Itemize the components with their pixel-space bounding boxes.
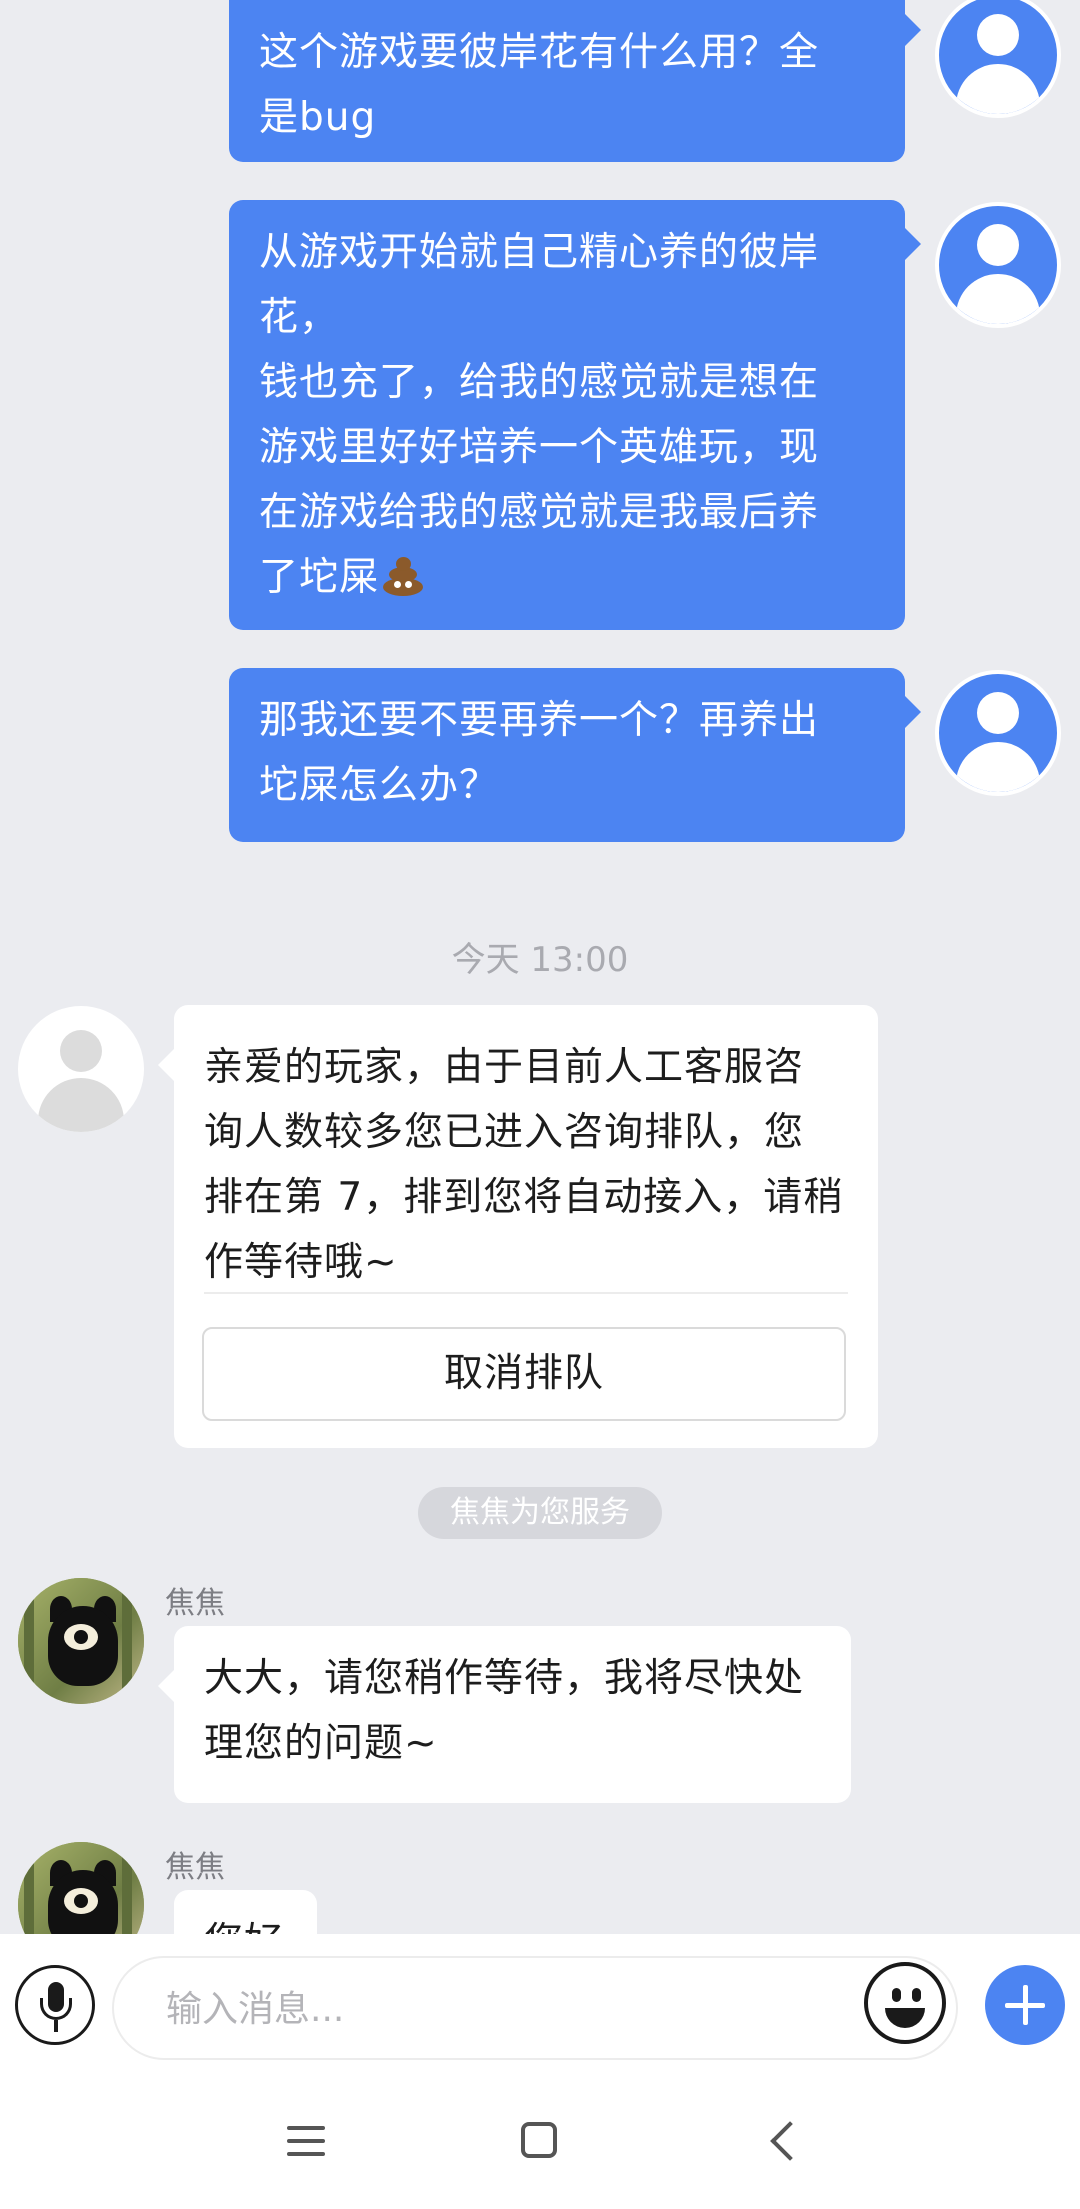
message-line: 在游戏给我的感觉就是我最后养 <box>259 490 820 535</box>
message-input-container[interactable] <box>112 1956 958 2060</box>
divider <box>204 1292 848 1294</box>
back-icon[interactable] <box>770 2121 810 2161</box>
user-avatar-icon[interactable] <box>935 670 1061 796</box>
agent-message: 大大，请您稍作等待，我将尽快处 理您的问题~ <box>158 1626 851 1803</box>
input-bar <box>0 1934 1080 2084</box>
menu-icon[interactable] <box>287 2124 325 2158</box>
emoji-icon[interactable] <box>864 1962 946 2044</box>
mic-icon[interactable] <box>15 1965 95 2045</box>
message-line: 理您的问题~ <box>204 1721 438 1766</box>
agent-name: 焦焦 <box>165 1586 225 1621</box>
system-avatar-icon[interactable] <box>18 1006 144 1132</box>
message-line: 那我还要不要再养一个？再养出 <box>259 698 820 743</box>
message-line: 从游戏开始就自己精心养的彼岸 <box>259 230 820 275</box>
queue-message: 亲爱的玩家，由于目前人工客服咨 询人数较多您已进入咨询排队，您 排在第 7，排到… <box>158 1005 878 1448</box>
message-input[interactable] <box>164 1978 828 2040</box>
message-line: 钱也充了，给我的感觉就是想在 <box>259 360 820 405</box>
home-icon[interactable] <box>521 2122 557 2158</box>
chat-area[interactable]: 这个游戏要彼岸花有什么用？全 是bug 从游戏开始就自己精心养的彼岸 花， 钱也… <box>0 0 1080 1934</box>
message-line: 您好 <box>204 1910 289 1934</box>
message-line: 了坨屎 <box>259 555 380 600</box>
message-line: 花， <box>259 295 340 340</box>
service-agent-notice: 焦焦为您服务 <box>418 1487 662 1539</box>
message-line: 游戏里好好培养一个英雄玩，现 <box>259 425 820 470</box>
outgoing-message[interactable]: 这个游戏要彼岸花有什么用？全 是bug <box>229 0 921 162</box>
message-line: 作等待哦~ <box>204 1240 398 1285</box>
message-line: 坨屎怎么办？ <box>259 763 500 808</box>
poop-emoji-icon <box>381 554 425 598</box>
agent-avatar[interactable] <box>18 1842 144 1934</box>
outgoing-message[interactable]: 那我还要不要再养一个？再养出 坨屎怎么办？ <box>229 668 921 842</box>
message-line: 大大，请您稍作等待，我将尽快处 <box>204 1656 805 1701</box>
agent-name: 焦焦 <box>165 1850 225 1885</box>
timestamp: 今天 13:00 <box>451 940 629 980</box>
message-line: 是bug <box>259 95 377 140</box>
agent-message: 您好 <box>174 1890 317 1934</box>
plus-icon[interactable] <box>985 1965 1065 2045</box>
message-line: 排在第 7，排到您将自动接入，请稍 <box>204 1175 844 1220</box>
user-avatar-icon[interactable] <box>935 0 1061 118</box>
user-avatar-icon[interactable] <box>935 202 1061 328</box>
agent-avatar[interactable] <box>18 1578 144 1704</box>
message-line-with-emoji: 了坨屎 <box>259 545 877 610</box>
cancel-queue-button[interactable]: 取消排队 <box>202 1327 846 1421</box>
outgoing-message[interactable]: 从游戏开始就自己精心养的彼岸 花， 钱也充了，给我的感觉就是想在 游戏里好好培养… <box>229 200 921 630</box>
message-line: 询人数较多您已进入咨询排队，您 <box>204 1110 805 1155</box>
message-line: 亲爱的玩家，由于目前人工客服咨 <box>204 1045 805 1090</box>
navigation-bar <box>0 2084 1080 2209</box>
message-line: 这个游戏要彼岸花有什么用？全 <box>259 30 820 75</box>
